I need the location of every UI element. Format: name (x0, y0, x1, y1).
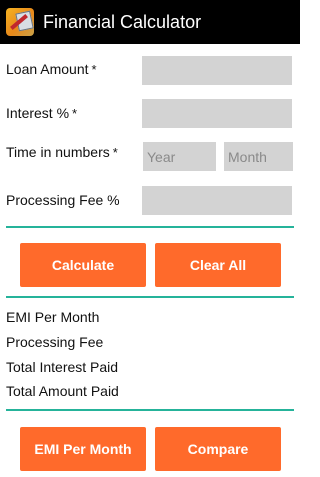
loan-amount-label-text: Loan Amount (6, 61, 89, 77)
clear-all-button[interactable]: Clear All (155, 243, 281, 287)
loan-amount-required-mark: * (91, 62, 97, 77)
year-input[interactable] (143, 142, 216, 171)
loan-amount-label: Loan Amount * (6, 61, 97, 77)
interest-input[interactable] (142, 99, 292, 128)
form-divider (6, 226, 294, 228)
buttons-divider (6, 296, 294, 298)
time-label: Time in numbers * (6, 144, 118, 160)
processing-fee-result: Processing Fee (6, 334, 104, 350)
compare-button[interactable]: Compare (155, 427, 281, 471)
month-input[interactable] (224, 142, 293, 171)
interest-label: Interest % * (6, 105, 77, 121)
processing-fee-input[interactable] (142, 186, 292, 215)
time-label-text: Time in numbers (6, 144, 110, 160)
calculate-button[interactable]: Calculate (20, 243, 146, 287)
interest-required-mark: * (72, 106, 78, 121)
total-amount-paid-result: Total Amount Paid (6, 383, 119, 399)
calculator-app-icon (6, 8, 34, 36)
time-required-mark: * (112, 145, 118, 160)
loan-amount-input[interactable] (142, 56, 292, 85)
emi-per-month-result: EMI Per Month (6, 309, 100, 325)
app-title: Financial Calculator (43, 11, 202, 32)
interest-label-text: Interest % (6, 105, 70, 121)
processing-fee-label: Processing Fee % (6, 192, 120, 208)
total-interest-paid-result: Total Interest Paid (6, 359, 119, 375)
emi-per-month-button[interactable]: EMI Per Month (20, 427, 146, 471)
results-divider (6, 409, 294, 411)
app-titlebar: Financial Calculator (0, 0, 300, 44)
